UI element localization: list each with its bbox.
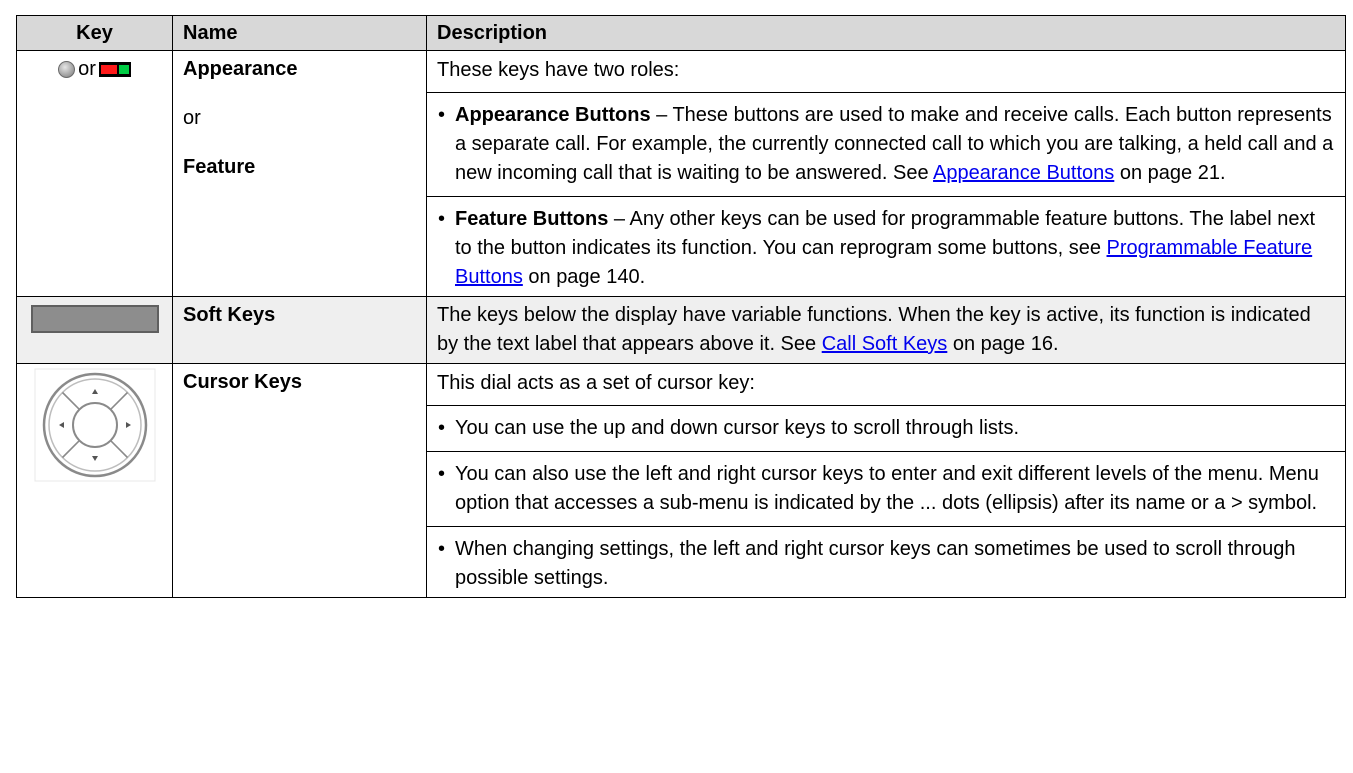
list-item: • When changing settings, the left and ri… (427, 526, 1345, 593)
bullet-text-after: on page 21. (1114, 162, 1226, 184)
bullet-icon: • (438, 208, 446, 230)
bullet-text: You can also use the left and right curs… (455, 463, 1319, 514)
cursor-dial-icon (34, 368, 155, 482)
key-cell: or (16, 50, 173, 297)
description-text-after: on page 16. (947, 333, 1059, 355)
bullet-icon: • (438, 538, 446, 560)
bullet-text: When changing settings, the left and rig… (455, 538, 1296, 589)
table-row: or Appearance or Feature These keys have… (16, 50, 1346, 297)
key-cell (16, 363, 173, 598)
bullet-icon: • (438, 463, 446, 485)
bullet-title: Feature Buttons (455, 208, 609, 230)
grey-led-icon (58, 61, 76, 79)
table-header-row: Key Name Description (16, 15, 1346, 51)
table-row: Soft Keys The keys below the display hav… (16, 296, 1346, 364)
bullet-text: You can use the up and down cursor keys … (455, 417, 1020, 439)
bullet-icon: • (438, 104, 446, 126)
description-cell: These keys have two roles: • Appearance B… (426, 50, 1346, 297)
bullet-text-after: on page 140. (522, 266, 646, 288)
call-soft-keys-link[interactable]: Call Soft Keys (822, 333, 948, 355)
name-appearance: Appearance (183, 58, 298, 80)
list-item: • Appearance Buttons – These buttons are … (427, 92, 1345, 196)
name-cell: Appearance or Feature (172, 50, 427, 297)
key-cell (16, 296, 173, 364)
description-intro: This dial acts as a set of cursor key: (437, 372, 755, 394)
description-cell: This dial acts as a set of cursor key: •… (426, 363, 1346, 598)
button-reference-table: Key Name Description or Appearance or Fe… (16, 15, 1346, 598)
list-item: • Feature Buttons – Any other keys can be… (427, 196, 1345, 292)
name-soft-keys: Soft Keys (183, 304, 276, 326)
list-item: • You can use the up and down cursor keys… (427, 405, 1345, 451)
description-column-header: Description (426, 15, 1346, 51)
name-or: or (183, 107, 201, 129)
bullet-icon: • (438, 417, 446, 439)
name-cell: Soft Keys (172, 296, 427, 364)
description-intro: These keys have two roles: (437, 59, 680, 81)
description-cell: The keys below the display have variable… (426, 296, 1346, 364)
name-feature: Feature (183, 156, 256, 178)
key-column-header: Key (16, 15, 173, 51)
list-item: • You can also use the left and right cur… (427, 451, 1345, 526)
red-green-led-icon (98, 62, 131, 78)
soft-key-icon (30, 305, 159, 333)
name-cursor-keys: Cursor Keys (183, 371, 302, 393)
name-column-header: Name (172, 15, 427, 51)
bullet-title: Appearance Buttons (455, 104, 651, 126)
key-or-text: or (78, 58, 96, 81)
appearance-buttons-link[interactable]: Appearance Buttons (933, 162, 1114, 184)
table-row: Cursor Keys This dial acts as a set of c… (16, 363, 1346, 598)
name-cell: Cursor Keys (172, 363, 427, 598)
